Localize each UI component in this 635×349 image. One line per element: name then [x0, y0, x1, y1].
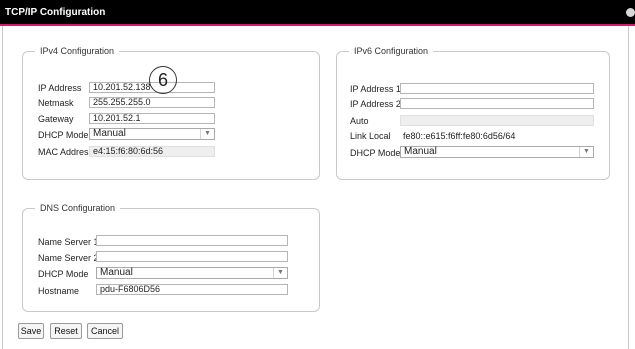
- cancel-button[interactable]: Cancel: [87, 323, 123, 339]
- ipv4-mac-label: MAC Address: [38, 147, 94, 157]
- save-button[interactable]: Save: [18, 323, 44, 339]
- title-accent-line: [0, 24, 635, 26]
- ipv6-legend: IPv6 Configuration: [349, 46, 434, 56]
- dns-hostname-label: Hostname: [38, 286, 80, 296]
- ipv4-dhcp-label: DHCP Mode: [38, 130, 89, 140]
- ipv4-netmask-input[interactable]: 255.255.255.0: [89, 97, 215, 108]
- chevron-down-icon[interactable]: ▼: [273, 268, 287, 278]
- ipv6-link-value: fe80::e615:f6ff:fe80:6d56/64: [403, 131, 516, 141]
- ipv6-ip2-input[interactable]: [400, 98, 594, 109]
- ipv4-gateway-input[interactable]: 10.201.52.1: [89, 113, 215, 124]
- ipv4-dhcp-select[interactable]: Manual ▼: [89, 128, 215, 140]
- reset-button[interactable]: Reset: [50, 323, 82, 339]
- dns-legend: DNS Configuration: [35, 203, 121, 213]
- ipv6-dhcp-select[interactable]: Manual ▼: [400, 146, 594, 158]
- window-title: TCP/IP Configuration: [5, 7, 106, 18]
- callout-marker: 6: [149, 66, 177, 94]
- ipv6-ip1-label: IP Address 1: [350, 84, 401, 94]
- dns-ns2-input[interactable]: [96, 251, 288, 262]
- ipv6-dhcp-value: Manual: [404, 146, 437, 157]
- dns-ns2-label: Name Server 2: [38, 253, 99, 263]
- dns-ns1-label: Name Server 1: [38, 237, 99, 247]
- ipv6-dhcp-label: DHCP Mode: [350, 148, 401, 158]
- ipv4-netmask-label: Netmask: [38, 98, 74, 108]
- close-icon[interactable]: [626, 8, 635, 17]
- ipv4-dhcp-value: Manual: [93, 128, 126, 139]
- ipv4-gateway-label: Gateway: [38, 114, 74, 124]
- ipv4-mac-field: e4:15:f6:80:6d:56: [89, 146, 215, 157]
- ipv6-auto-label: Auto: [350, 116, 369, 126]
- ipv6-ip1-input[interactable]: [400, 83, 594, 94]
- dns-dhcp-value: Manual: [100, 267, 133, 278]
- right-border: [628, 26, 629, 349]
- ipv6-ip2-label: IP Address 2: [350, 99, 401, 109]
- ipv6-auto-field: [400, 115, 594, 126]
- ipv4-legend: IPv4 Configuration: [35, 46, 120, 56]
- dns-hostname-input[interactable]: pdu-F6806D56: [96, 284, 288, 295]
- left-border: [2, 26, 3, 349]
- dns-dhcp-label: DHCP Mode: [38, 269, 89, 279]
- dns-ns1-input[interactable]: [96, 235, 288, 246]
- dns-dhcp-select[interactable]: Manual ▼: [96, 267, 288, 279]
- title-bar: TCP/IP Configuration: [0, 0, 635, 26]
- ipv4-ip-label: IP Address: [38, 83, 82, 93]
- chevron-down-icon[interactable]: ▼: [579, 147, 593, 157]
- ipv6-link-label: Link Local: [350, 131, 391, 141]
- chevron-down-icon[interactable]: ▼: [200, 129, 214, 139]
